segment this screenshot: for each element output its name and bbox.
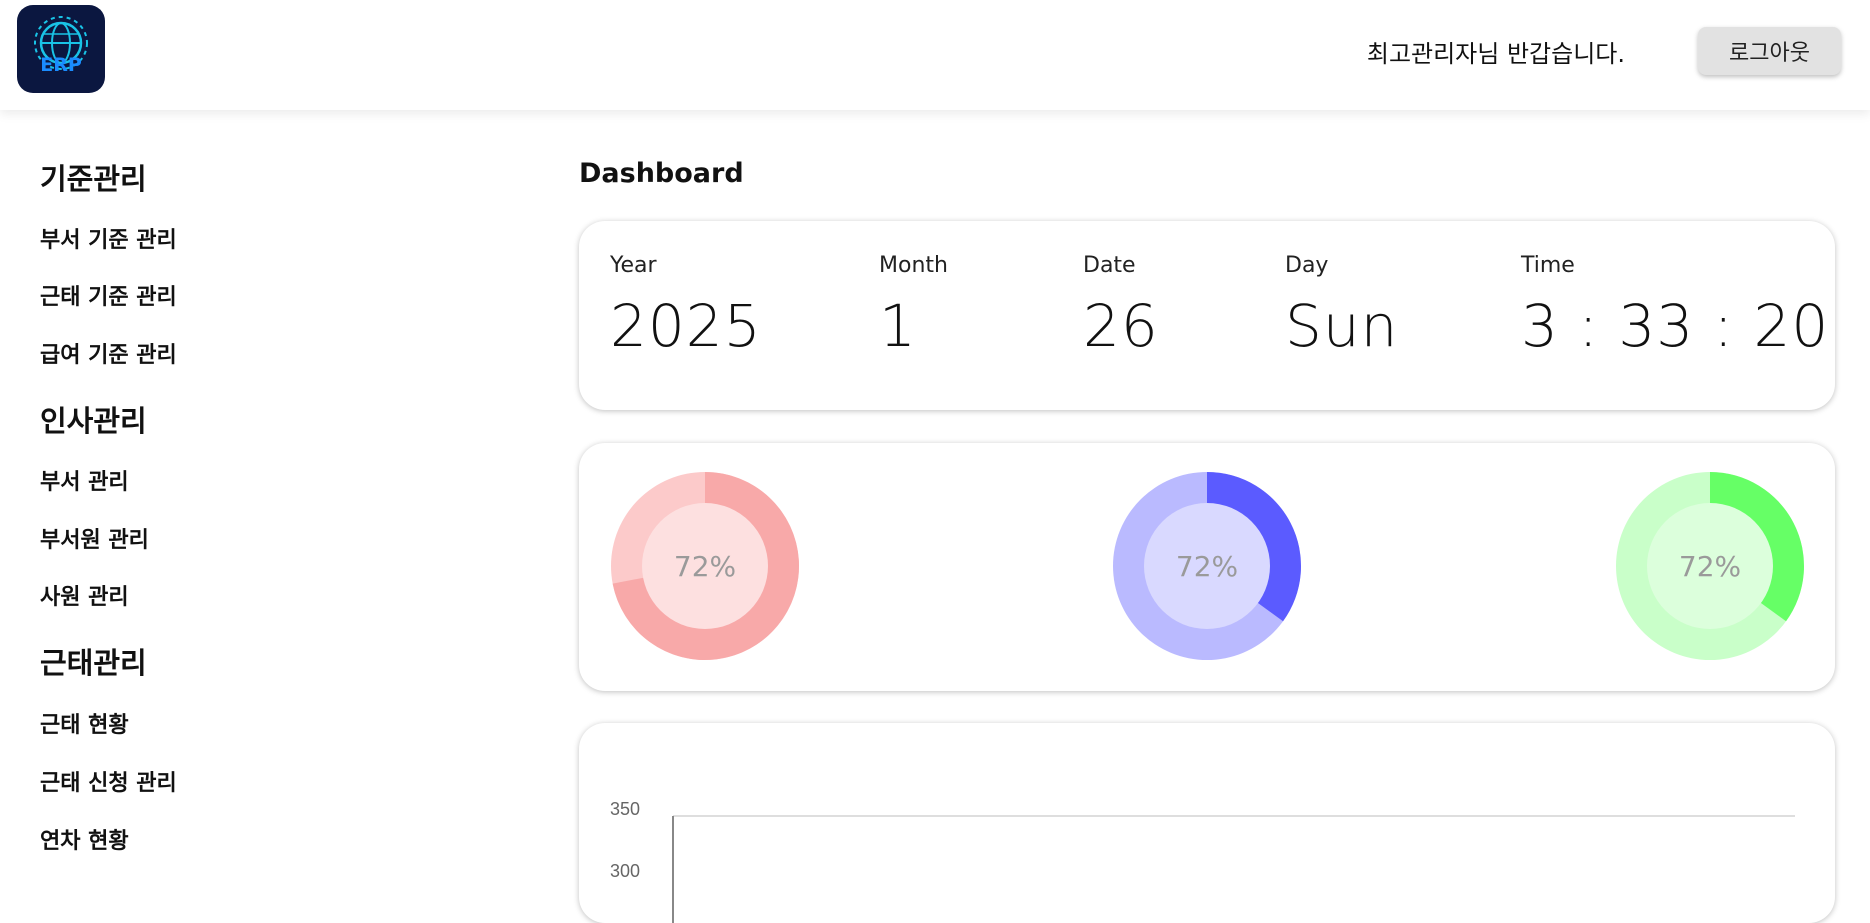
sidebar-item-attendance-status[interactable]: 근태 현황 [40, 707, 129, 739]
sidebar-item-payroll-standards[interactable]: 급여 기준 관리 [40, 337, 177, 369]
sidebar-item-annual-leave[interactable]: 연차 현황 [40, 823, 129, 855]
day-value: Sun [1285, 292, 1399, 360]
clock-card: Year 2025 Month 1 Date 26 Day Sun Time 3… [579, 221, 1835, 410]
year-label: Year [610, 253, 657, 278]
date-label: Date [1083, 253, 1136, 278]
month-label: Month [879, 253, 948, 278]
clock-time: Time 3 : 33 : 20 [1521, 253, 1829, 360]
sidebar-item-attendance-standards[interactable]: 근태 기준 관리 [40, 279, 177, 311]
day-label: Day [1285, 253, 1329, 278]
donut-chart-green: 72% [1615, 471, 1805, 661]
sidebar-section-standards: 기준관리 [40, 162, 147, 196]
logo-text: ERP [40, 54, 82, 76]
sidebar-item-attendance-requests[interactable]: 근태 신청 관리 [40, 765, 177, 797]
y-tick-label: 350 [610, 799, 640, 819]
sidebar-item-department-standards[interactable]: 부서 기준 관리 [40, 222, 177, 254]
donut-chart-red: 72% [610, 471, 800, 661]
donut-card: 72% 72% 72% [579, 443, 1835, 691]
clock-month: Month 1 [879, 253, 948, 360]
line-chart-card: 350 300 [579, 723, 1835, 923]
clock-date: Date 26 [1083, 253, 1159, 360]
donut-chart-blue: 72% [1112, 471, 1302, 661]
sidebar-section-attendance: 근태관리 [40, 646, 147, 680]
logout-button[interactable]: 로그아웃 [1698, 27, 1841, 75]
globe-gear-icon: ERP [34, 16, 88, 76]
top-header: ERP 최고관리자님 반갑습니다. 로그아웃 [0, 0, 1870, 110]
donut-percent-label: 72% [1175, 549, 1239, 583]
clock-year: Year 2025 [610, 253, 762, 360]
sidebar: 기준관리 부서 기준 관리 근태 기준 관리 급여 기준 관리 인사관리 부서 … [0, 110, 560, 877]
sidebar-item-department-members[interactable]: 부서원 관리 [40, 522, 149, 554]
month-value: 1 [879, 292, 917, 360]
sidebar-item-employees[interactable]: 사원 관리 [40, 579, 129, 611]
sidebar-section-hr: 인사관리 [40, 404, 147, 438]
y-tick-label: 300 [610, 861, 640, 881]
date-value: 26 [1083, 292, 1159, 360]
sidebar-item-departments[interactable]: 부서 관리 [40, 464, 129, 496]
line-chart: 350 300 [610, 799, 1795, 923]
page-title: Dashboard [579, 158, 744, 189]
year-value: 2025 [610, 292, 762, 360]
time-value: 3 : 33 : 20 [1521, 292, 1830, 360]
donut-percent-label: 72% [673, 549, 737, 583]
time-label: Time [1521, 253, 1575, 278]
donut-percent-label: 72% [1678, 549, 1742, 583]
greeting-text: 최고관리자님 반갑습니다. [1366, 40, 1625, 68]
erp-logo[interactable]: ERP [17, 5, 105, 93]
clock-day: Day Sun [1285, 253, 1398, 360]
